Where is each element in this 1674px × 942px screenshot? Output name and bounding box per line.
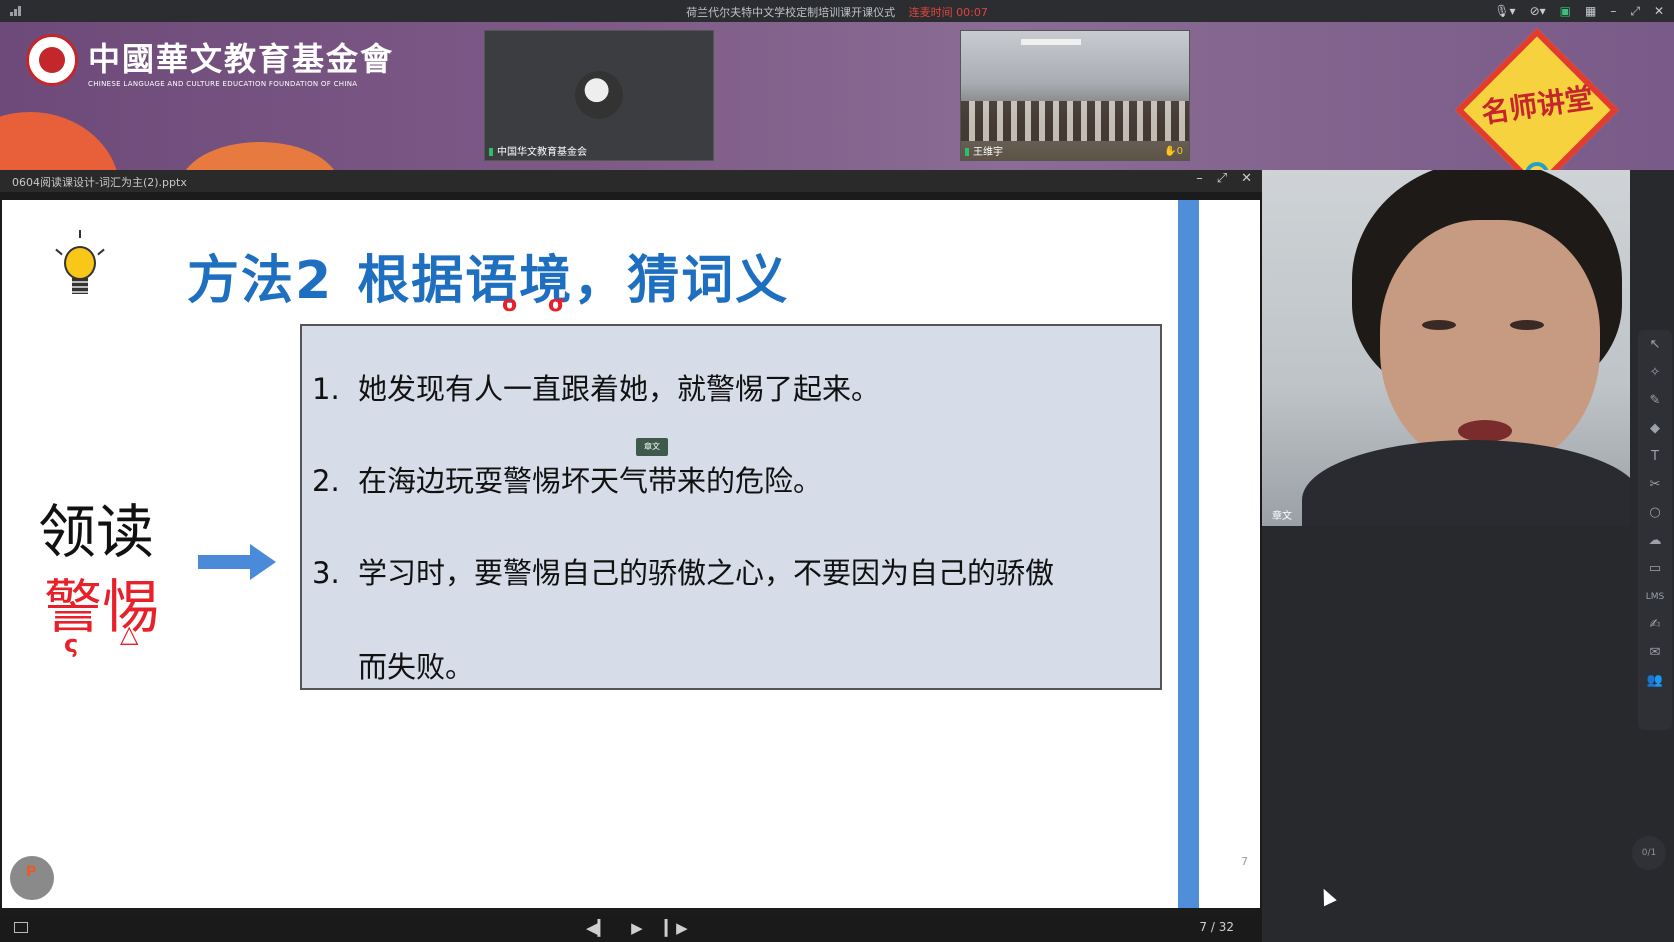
participant-name: 中国华文教育基金会 [489, 143, 587, 158]
presentation-filename: 0604阅读课设计-词汇为主(2).pptx [12, 176, 187, 189]
meeting-window: 荷兰代尔夫特中文学校定制培训课开课仪式 连麦时间 00:07 🎙▾ ⊘▾ ▣ ▦… [0, 0, 1674, 942]
slide-method: 方法2 [187, 251, 334, 311]
title-bar: 荷兰代尔夫特中文学校定制培训课开课仪式 连麦时间 00:07 🎙▾ ⊘▾ ▣ ▦… [0, 0, 1674, 22]
lightbulb-icon [52, 230, 108, 306]
example-sentences-box: 1. 她发现有人一直跟着她，就警惕了起来。 2. 在海边玩耍警惕坏天气带来的危险。 … [300, 324, 1162, 690]
decorative-swirl [0, 112, 120, 170]
scissors-icon[interactable]: ✂ [1650, 476, 1661, 494]
annotation-mark: σ [548, 292, 566, 317]
meeting-title-text: 荷兰代尔夫特中文学校定制培训课开课仪式 [686, 6, 896, 19]
play-icon[interactable]: ▶ [631, 919, 643, 937]
video-tile[interactable]: 中国华文教育基金会 [484, 30, 714, 161]
mic-icon[interactable]: 🎙▾ [1494, 2, 1515, 20]
arrow-right-icon [198, 544, 278, 580]
slide-navigation: ◀▎ ▶ ▎▶ [586, 919, 688, 937]
chat-icon[interactable]: ✉ [1650, 644, 1661, 662]
decorative-swirl [180, 142, 340, 170]
minimize-icon[interactable]: – [1196, 171, 1203, 186]
read-label: 领读 [38, 498, 155, 566]
list-item: 3. 学习时，要警惕自己的骄傲之心，不要因为自己的骄傲 [312, 556, 1055, 590]
sidebar-toggle-icon[interactable] [14, 922, 28, 933]
users-icon[interactable]: 👥 [1647, 672, 1663, 690]
fullscreen-icon[interactable]: ⤢ [1217, 171, 1227, 186]
powerpoint-icon[interactable] [10, 856, 54, 900]
list-item: 2. 在海边玩耍警惕坏天气带来的危险。 [312, 464, 823, 498]
raise-hand-counter[interactable]: 0/1 [1632, 836, 1666, 870]
close-icon[interactable]: ✕ [1654, 2, 1664, 20]
screen-share-icon[interactable]: ▣ [1560, 2, 1571, 20]
maximize-icon[interactable]: ⤢ [1630, 2, 1640, 20]
pointer-icon[interactable]: ↖ [1650, 336, 1661, 354]
annotation-toolbar: ↖ ✧ ✎ ◆ T ✂ ○ ☁ ▭ LMS ✍ ✉ 👥 [1638, 330, 1672, 730]
badge-logo: 名师讲堂 [1437, 27, 1637, 170]
lms-icon[interactable]: LMS [1646, 588, 1665, 606]
list-item: 1. 她发现有人一直跟着她，就警惕了起来。 [312, 372, 881, 406]
annotation-mark: △ [120, 620, 139, 648]
speaker-name: 章文 [1272, 511, 1292, 522]
slide-title: 方法2 根据语境，猜词义 [187, 238, 789, 313]
edit-icon[interactable]: ✍ [1650, 616, 1661, 634]
next-slide-icon[interactable]: ▎▶ [665, 919, 688, 937]
text-icon[interactable]: T [1651, 448, 1659, 466]
annotation-mark: ς [64, 630, 79, 658]
laser-icon[interactable]: ✧ [1650, 364, 1661, 382]
grid-layout-icon[interactable]: ▦ [1585, 2, 1596, 20]
list-item: 而失败。 [358, 650, 475, 684]
briefcase-icon[interactable]: ▭ [1649, 560, 1661, 578]
pen-icon[interactable]: ✎ [1650, 392, 1661, 410]
circle-icon[interactable]: ○ [1649, 504, 1660, 522]
meeting-title: 荷兰代尔夫特中文学校定制培训课开课仪式 连麦时间 00:07 [0, 4, 1674, 20]
slide-accent-bar [1178, 200, 1199, 908]
foundation-logo-icon [26, 34, 78, 86]
right-panel: 章文 ↖ ✧ ✎ ◆ T ✂ ○ ☁ ▭ LMS ✍ ✉ 👥 0/1 [1262, 170, 1674, 942]
camera-off-icon[interactable]: ⊘▾ [1530, 2, 1546, 20]
raise-hand-icon: ✋0 [1164, 146, 1183, 157]
slide-title-text: 根据语境，猜词义 [357, 251, 790, 311]
org-name-en: CHINESE LANGUAGE AND CULTURE EDUCATION F… [88, 80, 358, 88]
org-name-cn: 中國華文教育基金會 [88, 40, 395, 78]
timer: 连麦时间 00:07 [908, 6, 988, 19]
eraser-icon[interactable]: ◆ [1650, 420, 1660, 438]
presentation-window: 0604阅读课设计-词汇为主(2).pptx – ⤢ ✕ 方法2 根据语境，猜词义… [0, 170, 1262, 942]
page-counter: 7 / 32 [1199, 920, 1234, 934]
previous-slide-icon[interactable]: ◀▎ [586, 919, 609, 937]
minimize-icon[interactable]: – [1610, 2, 1616, 20]
pointer-tooltip: 章文 [636, 438, 668, 456]
close-icon[interactable]: ✕ [1241, 171, 1252, 186]
presentation-header: 0604阅读课设计-词汇为主(2).pptx – ⤢ ✕ [0, 170, 1262, 192]
participant-name: 王维宇 [965, 143, 1003, 158]
slide: 方法2 根据语境，猜词义 o σ 领读 警惕 ς △ 1. 她发现有人一直跟着她，就… [2, 200, 1260, 908]
banner: 中國華文教育基金會 CHINESE LANGUAGE AND CULTURE E… [0, 22, 1674, 170]
participant-avatar [575, 71, 623, 119]
annotation-mark: o [502, 292, 518, 317]
cloud-icon[interactable]: ☁ [1649, 532, 1662, 550]
video-tile[interactable]: 王维宇 ✋0 [960, 30, 1190, 161]
presentation-footer: ◀▎ ▶ ▎▶ 7 / 32 [0, 914, 1262, 942]
speaker-video[interactable]: 章文 [1262, 170, 1630, 526]
window-controls: 🎙▾ ⊘▾ ▣ ▦ – ⤢ ✕ [1494, 2, 1664, 20]
target-word: 警惕 [44, 573, 161, 641]
slide-page-number: 7 [1241, 855, 1248, 868]
